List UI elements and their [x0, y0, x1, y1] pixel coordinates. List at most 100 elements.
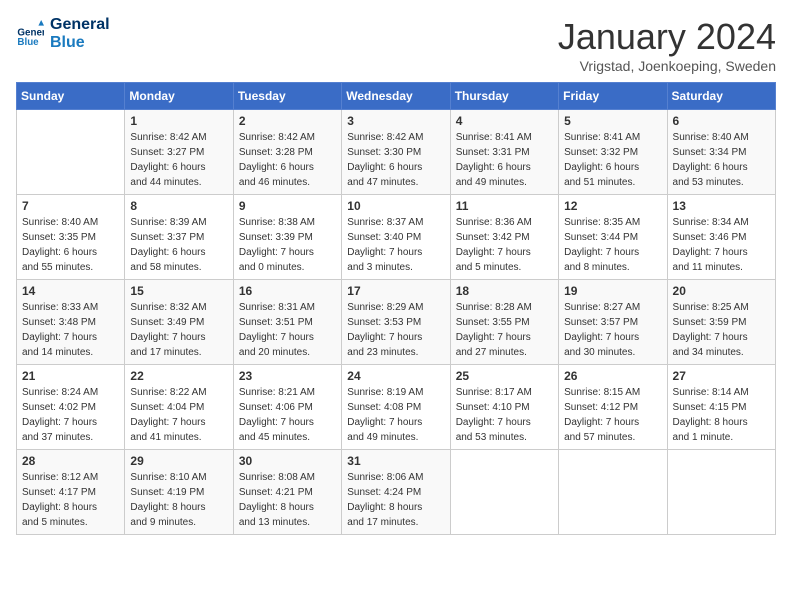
calendar-table: Sunday Monday Tuesday Wednesday Thursday…: [16, 82, 776, 535]
day-number: 4: [456, 114, 553, 128]
day-info: Sunrise: 8:15 AMSunset: 4:12 PMDaylight:…: [564, 385, 661, 445]
day-number: 12: [564, 199, 661, 213]
day-number: 16: [239, 284, 336, 298]
day-cell: 27 Sunrise: 8:14 AMSunset: 4:15 PMDayligh…: [667, 365, 775, 450]
day-info: Sunrise: 8:06 AMSunset: 4:24 PMDaylight:…: [347, 470, 444, 530]
day-info: Sunrise: 8:24 AMSunset: 4:02 PMDaylight:…: [22, 385, 119, 445]
day-number: 19: [564, 284, 661, 298]
day-info: Sunrise: 8:41 AMSunset: 3:31 PMDaylight:…: [456, 130, 553, 190]
day-cell: 1 Sunrise: 8:42 AMSunset: 3:27 PMDaylight…: [125, 110, 233, 195]
day-cell: 5 Sunrise: 8:41 AMSunset: 3:32 PMDaylight…: [559, 110, 667, 195]
col-sunday: Sunday: [17, 83, 125, 110]
day-info: Sunrise: 8:40 AMSunset: 3:35 PMDaylight:…: [22, 215, 119, 275]
day-number: 8: [130, 199, 227, 213]
day-cell: 28 Sunrise: 8:12 AMSunset: 4:17 PMDayligh…: [17, 450, 125, 535]
week-row-4: 21 Sunrise: 8:24 AMSunset: 4:02 PMDayligh…: [17, 365, 776, 450]
day-number: 31: [347, 454, 444, 468]
day-info: Sunrise: 8:21 AMSunset: 4:06 PMDaylight:…: [239, 385, 336, 445]
day-info: Sunrise: 8:35 AMSunset: 3:44 PMDaylight:…: [564, 215, 661, 275]
day-info: Sunrise: 8:38 AMSunset: 3:39 PMDaylight:…: [239, 215, 336, 275]
day-cell: [450, 450, 558, 535]
day-info: Sunrise: 8:42 AMSunset: 3:27 PMDaylight:…: [130, 130, 227, 190]
day-cell: [667, 450, 775, 535]
day-cell: 4 Sunrise: 8:41 AMSunset: 3:31 PMDaylight…: [450, 110, 558, 195]
day-cell: 25 Sunrise: 8:17 AMSunset: 4:10 PMDayligh…: [450, 365, 558, 450]
week-row-5: 28 Sunrise: 8:12 AMSunset: 4:17 PMDayligh…: [17, 450, 776, 535]
day-number: 21: [22, 369, 119, 383]
day-info: Sunrise: 8:36 AMSunset: 3:42 PMDaylight:…: [456, 215, 553, 275]
col-wednesday: Wednesday: [342, 83, 450, 110]
day-cell: 24 Sunrise: 8:19 AMSunset: 4:08 PMDayligh…: [342, 365, 450, 450]
day-info: Sunrise: 8:31 AMSunset: 3:51 PMDaylight:…: [239, 300, 336, 360]
day-info: Sunrise: 8:42 AMSunset: 3:28 PMDaylight:…: [239, 130, 336, 190]
day-cell: 15 Sunrise: 8:32 AMSunset: 3:49 PMDayligh…: [125, 280, 233, 365]
day-number: 1: [130, 114, 227, 128]
week-row-2: 7Sunrise: 8:40 AMSunset: 3:35 PMDaylight…: [17, 195, 776, 280]
day-cell: 30 Sunrise: 8:08 AMSunset: 4:21 PMDayligh…: [233, 450, 341, 535]
day-cell: 22Sunrise: 8:22 AMSunset: 4:04 PMDayligh…: [125, 365, 233, 450]
day-cell: 10 Sunrise: 8:37 AMSunset: 3:40 PMDayligh…: [342, 195, 450, 280]
day-cell: 29 Sunrise: 8:10 AMSunset: 4:19 PMDayligh…: [125, 450, 233, 535]
day-info: Sunrise: 8:08 AMSunset: 4:21 PMDaylight:…: [239, 470, 336, 530]
day-number: 9: [239, 199, 336, 213]
day-cell: 2 Sunrise: 8:42 AMSunset: 3:28 PMDaylight…: [233, 110, 341, 195]
day-cell: 12 Sunrise: 8:35 AMSunset: 3:44 PMDayligh…: [559, 195, 667, 280]
month-title: January 2024: [558, 16, 776, 58]
day-info: Sunrise: 8:28 AMSunset: 3:55 PMDaylight:…: [456, 300, 553, 360]
day-info: Sunrise: 8:14 AMSunset: 4:15 PMDaylight:…: [673, 385, 770, 445]
day-info: Sunrise: 8:37 AMSunset: 3:40 PMDaylight:…: [347, 215, 444, 275]
day-cell: 31 Sunrise: 8:06 AMSunset: 4:24 PMDayligh…: [342, 450, 450, 535]
day-number: 20: [673, 284, 770, 298]
day-cell: 18Sunrise: 8:28 AMSunset: 3:55 PMDayligh…: [450, 280, 558, 365]
day-cell: [559, 450, 667, 535]
header-row: Sunday Monday Tuesday Wednesday Thursday…: [17, 83, 776, 110]
day-cell: 21 Sunrise: 8:24 AMSunset: 4:02 PMDayligh…: [17, 365, 125, 450]
day-cell: 20 Sunrise: 8:25 AMSunset: 3:59 PMDayligh…: [667, 280, 775, 365]
day-cell: 11 Sunrise: 8:36 AMSunset: 3:42 PMDayligh…: [450, 195, 558, 280]
day-info: Sunrise: 8:32 AMSunset: 3:49 PMDaylight:…: [130, 300, 227, 360]
day-number: 25: [456, 369, 553, 383]
day-number: 10: [347, 199, 444, 213]
day-number: 29: [130, 454, 227, 468]
day-cell: 3 Sunrise: 8:42 AMSunset: 3:30 PMDaylight…: [342, 110, 450, 195]
day-number: 24: [347, 369, 444, 383]
day-cell: 23 Sunrise: 8:21 AMSunset: 4:06 PMDayligh…: [233, 365, 341, 450]
day-info: Sunrise: 8:42 AMSunset: 3:30 PMDaylight:…: [347, 130, 444, 190]
day-number: 5: [564, 114, 661, 128]
day-info: Sunrise: 8:12 AMSunset: 4:17 PMDaylight:…: [22, 470, 119, 530]
day-number: 26: [564, 369, 661, 383]
day-number: 15: [130, 284, 227, 298]
day-cell: [17, 110, 125, 195]
day-cell: 17Sunrise: 8:29 AMSunset: 3:53 PMDayligh…: [342, 280, 450, 365]
day-cell: 14Sunrise: 8:33 AMSunset: 3:48 PMDayligh…: [17, 280, 125, 365]
day-number: 13: [673, 199, 770, 213]
day-info: Sunrise: 8:19 AMSunset: 4:08 PMDaylight:…: [347, 385, 444, 445]
day-info: Sunrise: 8:25 AMSunset: 3:59 PMDaylight:…: [673, 300, 770, 360]
day-info: Sunrise: 8:40 AMSunset: 3:34 PMDaylight:…: [673, 130, 770, 190]
day-info: Sunrise: 8:41 AMSunset: 3:32 PMDaylight:…: [564, 130, 661, 190]
day-number: 30: [239, 454, 336, 468]
location: Vrigstad, Joenkoeping, Sweden: [558, 58, 776, 74]
day-number: 2: [239, 114, 336, 128]
day-number: 6: [673, 114, 770, 128]
day-info: Sunrise: 8:10 AMSunset: 4:19 PMDaylight:…: [130, 470, 227, 530]
day-info: Sunrise: 8:34 AMSunset: 3:46 PMDaylight:…: [673, 215, 770, 275]
day-number: 3: [347, 114, 444, 128]
day-number: 17: [347, 284, 444, 298]
day-number: 23: [239, 369, 336, 383]
day-info: Sunrise: 8:17 AMSunset: 4:10 PMDaylight:…: [456, 385, 553, 445]
day-cell: 13 Sunrise: 8:34 AMSunset: 3:46 PMDayligh…: [667, 195, 775, 280]
day-number: 27: [673, 369, 770, 383]
week-row-3: 14Sunrise: 8:33 AMSunset: 3:48 PMDayligh…: [17, 280, 776, 365]
day-info: Sunrise: 8:39 AMSunset: 3:37 PMDaylight:…: [130, 215, 227, 275]
day-number: 11: [456, 199, 553, 213]
logo-line1: General: [50, 16, 110, 34]
title-block: January 2024 Vrigstad, Joenkoeping, Swed…: [558, 16, 776, 74]
day-cell: 9 Sunrise: 8:38 AMSunset: 3:39 PMDaylight…: [233, 195, 341, 280]
day-number: 28: [22, 454, 119, 468]
logo-line2: Blue: [50, 34, 110, 52]
col-thursday: Thursday: [450, 83, 558, 110]
day-number: 22: [130, 369, 227, 383]
day-info: Sunrise: 8:33 AMSunset: 3:48 PMDaylight:…: [22, 300, 119, 360]
col-friday: Friday: [559, 83, 667, 110]
